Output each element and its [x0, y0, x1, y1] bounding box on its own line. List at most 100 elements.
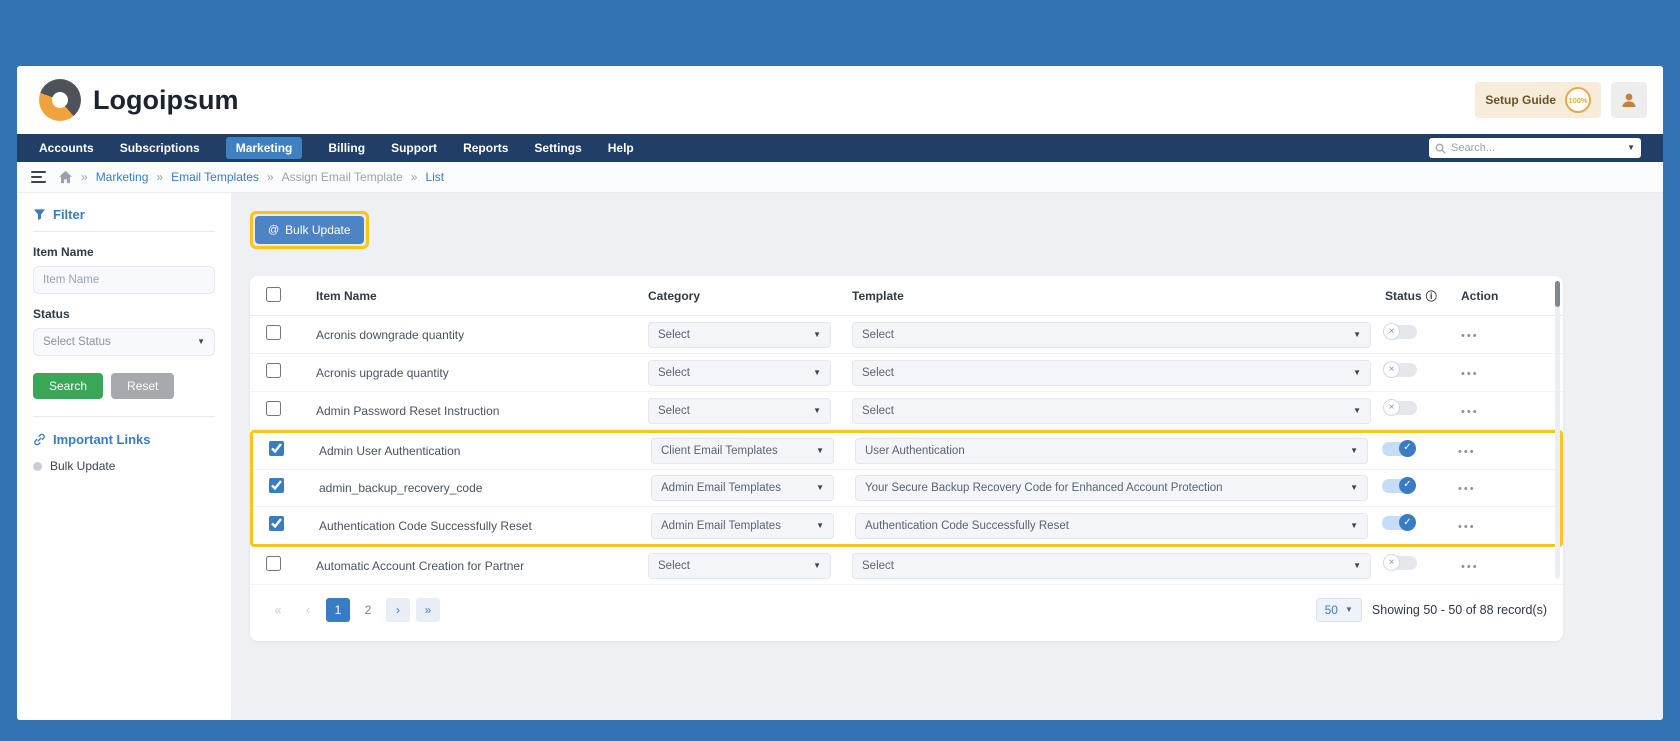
status-toggle[interactable]: × [1385, 401, 1417, 415]
template-select[interactable]: Select▼ [852, 322, 1371, 348]
status-label: Status [33, 307, 215, 321]
status-select-value: Select Status [43, 336, 111, 348]
toggle-glyph: × [1383, 323, 1400, 340]
nav-item-support[interactable]: Support [391, 141, 437, 155]
pagination-right: 50 ▼ Showing 50 - 50 of 88 record(s) [1316, 598, 1547, 622]
page-size-select[interactable]: 50 ▼ [1316, 598, 1362, 622]
first-page-button[interactable]: « [266, 598, 290, 622]
row-checkbox[interactable] [269, 441, 284, 456]
item-name-label: Item Name [33, 245, 215, 259]
category-select[interactable]: Select▼ [648, 322, 831, 348]
row-checkbox[interactable] [266, 363, 281, 378]
nav-item-billing[interactable]: Billing [328, 141, 365, 155]
nav-item-settings[interactable]: Settings [534, 141, 581, 155]
row-actions-menu[interactable]: ••• [1458, 521, 1476, 533]
logo-icon [39, 79, 81, 121]
row-actions-menu[interactable]: ••• [1458, 446, 1476, 458]
table-row: Acronis downgrade quantity Select▼ Selec… [250, 316, 1563, 354]
status-toggle[interactable]: × [1385, 363, 1417, 377]
next-page-button[interactable]: › [386, 598, 410, 622]
status-toggle[interactable]: ✓ [1382, 479, 1414, 493]
breadcrumb-separator: » [81, 170, 88, 184]
header-category: Category [648, 289, 852, 303]
category-select[interactable]: Select▼ [648, 360, 831, 386]
info-icon[interactable]: ⓘ [1426, 288, 1437, 304]
category-select[interactable]: Select▼ [648, 398, 831, 424]
breadcrumb-list[interactable]: List [425, 170, 444, 184]
template-select[interactable]: Select▼ [852, 398, 1371, 424]
row-checkbox[interactable] [266, 325, 281, 340]
prev-page-button[interactable]: ‹ [296, 598, 320, 622]
nav-item-marketing[interactable]: Marketing [226, 137, 303, 159]
template-value: Select [862, 367, 894, 379]
row-item-name: Authentication Code Successfully Reset [319, 519, 651, 533]
page-button[interactable]: 1 [326, 598, 350, 622]
status-toggle[interactable]: ✓ [1382, 516, 1414, 530]
row-item-name: Admin User Authentication [319, 444, 651, 458]
category-value: Select [658, 367, 690, 379]
home-icon[interactable] [58, 170, 73, 184]
reset-button[interactable]: Reset [111, 373, 174, 399]
bulk-update-button[interactable]: @ Bulk Update [255, 216, 364, 244]
row-actions-menu[interactable]: ••• [1461, 368, 1479, 380]
template-select[interactable]: Select▼ [852, 360, 1371, 386]
category-select[interactable]: Admin Email Templates▼ [651, 475, 834, 501]
chevron-down-icon: ▼ [813, 331, 821, 339]
status-select[interactable]: Select Status ▼ [33, 328, 215, 356]
filter-icon [33, 208, 46, 221]
nav-item-subscriptions[interactable]: Subscriptions [120, 141, 200, 155]
search-input[interactable] [1451, 142, 1622, 154]
row-item-name: Admin Password Reset Instruction [316, 404, 648, 418]
category-value: Select [658, 560, 690, 572]
setup-guide-button[interactable]: Setup Guide 100% [1475, 82, 1601, 118]
template-select[interactable]: Select▼ [852, 553, 1371, 579]
template-select[interactable]: Authentication Code Successfully Reset▼ [855, 513, 1368, 539]
menu-toggle-icon[interactable] [31, 171, 46, 183]
email-template-table: Item Name Category Template Status ⓘ Act… [250, 276, 1563, 641]
breadcrumb-separator: » [411, 170, 418, 184]
breadcrumb-email-templates[interactable]: Email Templates [171, 170, 259, 184]
nav-item-reports[interactable]: Reports [463, 141, 508, 155]
sidebar-link-bulk-update[interactable]: Bulk Update [33, 459, 215, 473]
page-button[interactable]: 2 [356, 598, 380, 622]
row-checkbox[interactable] [269, 478, 284, 493]
row-checkbox[interactable] [266, 556, 281, 571]
category-select[interactable]: Select▼ [648, 553, 831, 579]
category-select[interactable]: Admin Email Templates▼ [651, 513, 834, 539]
logo[interactable]: Logoipsum [39, 79, 238, 121]
template-value: Select [862, 329, 894, 341]
nav-item-accounts[interactable]: Accounts [39, 141, 94, 155]
select-all-checkbox[interactable] [266, 287, 281, 302]
status-toggle[interactable]: × [1385, 325, 1417, 339]
row-actions-menu[interactable]: ••• [1458, 483, 1476, 495]
bulk-update-icon: @ [268, 224, 279, 236]
search-caret-icon[interactable]: ▼ [1627, 144, 1635, 152]
logo-text: Logoipsum [93, 85, 238, 116]
template-value: Your Secure Backup Recovery Code for Enh… [865, 482, 1223, 494]
last-page-button[interactable]: » [416, 598, 440, 622]
search-button[interactable]: Search [33, 373, 103, 399]
category-value: Client Email Templates [661, 445, 778, 457]
row-checkbox[interactable] [269, 516, 284, 531]
row-actions-menu[interactable]: ••• [1461, 561, 1479, 573]
nav-item-help[interactable]: Help [608, 141, 634, 155]
filter-title-label: Filter [53, 207, 85, 222]
status-toggle[interactable]: ✓ [1382, 442, 1414, 456]
toggle-glyph: ✓ [1399, 440, 1416, 457]
important-links-label: Important Links [53, 432, 151, 447]
row-actions-menu[interactable]: ••• [1461, 330, 1479, 342]
category-select[interactable]: Client Email Templates▼ [651, 438, 834, 464]
status-toggle[interactable]: × [1385, 556, 1417, 570]
row-actions-menu[interactable]: ••• [1461, 406, 1479, 418]
template-select[interactable]: Your Secure Backup Recovery Code for Enh… [855, 475, 1368, 501]
category-value: Select [658, 405, 690, 417]
breadcrumb-marketing[interactable]: Marketing [96, 170, 149, 184]
search-icon [1435, 143, 1446, 154]
global-search: ▼ [1429, 138, 1641, 158]
item-name-input[interactable] [33, 266, 215, 294]
row-checkbox[interactable] [266, 401, 281, 416]
user-avatar[interactable] [1611, 82, 1647, 118]
scrollbar-thumb[interactable] [1555, 281, 1560, 307]
toggle-glyph: × [1383, 361, 1400, 378]
template-select[interactable]: User Authentication▼ [855, 438, 1368, 464]
